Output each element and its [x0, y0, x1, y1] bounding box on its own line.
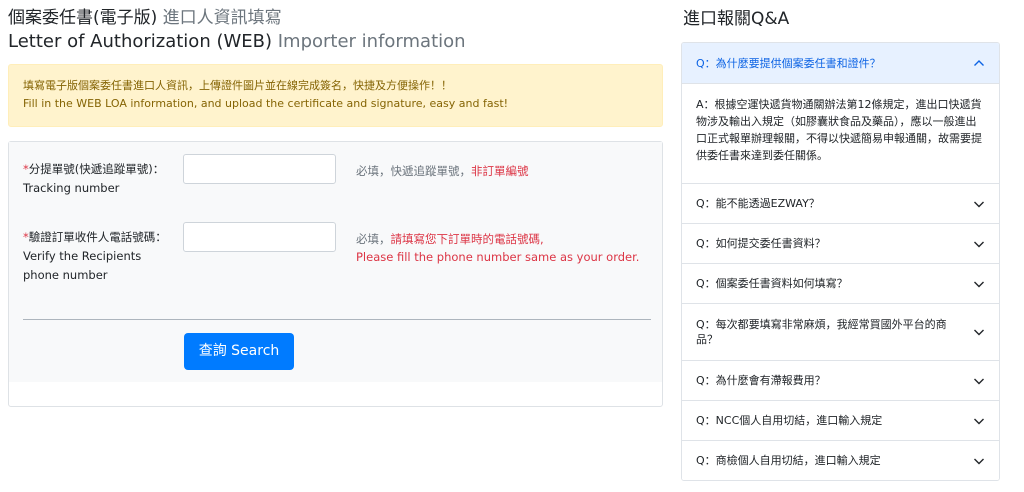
- phone-hint-red: 請填寫您下訂單時的電話號碼,: [390, 232, 544, 246]
- qa-item: Q：NCC個人自用切結，進口輸入規定: [682, 400, 999, 440]
- qa-item: Q：商檢個人自用切結，進口輸入規定: [682, 440, 999, 480]
- qa-item: Q：能不能透過EZWAY？: [682, 183, 999, 223]
- phone-number-hint: 必填，請填寫您下訂單時的電話號碼, Please fill the phone …: [356, 230, 639, 266]
- chevron-down-icon: [974, 329, 984, 336]
- qa-accordion: Q：為什麼要提供個案委任書和證件？ A：根據空運快遞貨物通關辦法第12條規定，進…: [681, 42, 1000, 481]
- chevron-down-icon: [974, 418, 984, 424]
- qa-question: Q：能不能透過EZWAY？: [696, 197, 820, 210]
- page-title-en-sub: Importer information: [272, 31, 466, 52]
- chevron-up-icon: [974, 60, 984, 66]
- qa-question: Q：每次都要填寫非常麻煩，我經常買國外平台的商品？: [696, 318, 947, 346]
- page-title-zh-main: 個案委任書(電子版): [8, 8, 158, 28]
- phone-number-label: *驗證訂單收件人電話號碼： Verify the Recipients phon…: [23, 228, 173, 285]
- tracking-hint-red: 非訂單編號: [471, 164, 529, 178]
- qa-question-toggle[interactable]: Q：商檢個人自用切結，進口輸入規定: [682, 441, 999, 480]
- chevron-down-icon: [974, 458, 984, 464]
- page-title-en: Letter of Authorization (WEB) Importer i…: [8, 30, 466, 54]
- phone-hint-red-en: Please fill the phone number same as you…: [356, 250, 640, 264]
- page-title-en-main: Letter of Authorization (WEB): [8, 31, 273, 52]
- phone-number-label-zh: 驗證訂單收件人電話號碼：: [28, 230, 167, 244]
- qa-title: 進口報關Q&A: [683, 9, 790, 29]
- chevron-down-icon: [974, 201, 984, 207]
- qa-item: Q：如何提交委任書資料？: [682, 223, 999, 263]
- qa-item: Q：為什麼要提供個案委任書和證件？ A：根據空運快遞貨物通關辦法第12條規定，進…: [682, 43, 999, 183]
- tracking-number-hint: 必填，快遞追蹤單號，非訂單編號: [356, 162, 529, 180]
- qa-question-toggle[interactable]: Q：能不能透過EZWAY？: [682, 184, 999, 223]
- qa-item: Q：為什麼會有滯報費用？: [682, 360, 999, 400]
- page-title-zh-sub: 進口人資訊填寫: [157, 8, 282, 28]
- phone-number-input[interactable]: [183, 222, 336, 252]
- tracking-number-input[interactable]: [183, 154, 336, 184]
- search-form-card: *分提單號(快遞追蹤單號)： Tracking number 必填，快遞追蹤單號…: [8, 141, 663, 407]
- qa-question-toggle[interactable]: Q：個案委任書資料如何填寫？: [682, 264, 999, 303]
- qa-answer: A：根據空運快遞貨物通關辦法第12條規定，進出口快遞貨物涉及輸出入規定（如膠囊狀…: [682, 83, 999, 183]
- qa-question: Q：個案委任書資料如何填寫？: [696, 277, 848, 290]
- qa-question: Q：為什麼要提供個案委任書和證件？: [696, 56, 881, 70]
- search-button[interactable]: 查詢 Search: [184, 333, 294, 370]
- phone-number-label-en: Verify the Recipients phone number: [23, 249, 142, 282]
- search-form-body: *分提單號(快遞追蹤單號)： Tracking number 必填，快遞追蹤單號…: [9, 142, 662, 382]
- chevron-down-icon: [974, 241, 984, 247]
- notice-text-en: Fill in the WEB LOA information, and upl…: [23, 97, 509, 110]
- tracking-number-label: *分提單號(快遞追蹤單號)： Tracking number: [23, 160, 173, 198]
- qa-question-toggle[interactable]: Q：為什麼會有滯報費用？: [682, 361, 999, 400]
- qa-question-toggle[interactable]: Q：如何提交委任書資料？: [682, 224, 999, 263]
- qa-item: Q：個案委任書資料如何填寫？: [682, 263, 999, 303]
- qa-question-toggle[interactable]: Q：每次都要填寫非常麻煩，我經常買國外平台的商品？: [682, 304, 999, 360]
- chevron-down-icon: [974, 281, 984, 287]
- page-title-zh: 個案委任書(電子版) 進口人資訊填寫: [8, 7, 282, 29]
- tracking-hint-gray: 必填，快遞追蹤單號，: [356, 164, 471, 178]
- phone-hint-gray: 必填，: [356, 232, 391, 246]
- form-divider: [23, 319, 651, 320]
- qa-question: Q：NCC個人自用切結，進口輸入規定: [696, 414, 883, 427]
- info-notice: 填寫電子版個案委任書進口人資訊，上傳證件圖片並在線完成簽名，快捷及方便操作！！ …: [8, 64, 663, 127]
- qa-question-toggle[interactable]: Q：為什麼要提供個案委任書和證件？: [682, 43, 999, 83]
- notice-text-zh: 填寫電子版個案委任書進口人資訊，上傳證件圖片並在線完成簽名，快捷及方便操作！！: [23, 79, 452, 92]
- qa-item: Q：每次都要填寫非常麻煩，我經常買國外平台的商品？: [682, 303, 999, 360]
- chevron-down-icon: [974, 378, 984, 384]
- qa-question: Q：為什麼會有滯報費用？: [696, 374, 826, 387]
- qa-question: Q：商檢個人自用切結，進口輸入規定: [696, 454, 881, 467]
- tracking-number-label-en: Tracking number: [23, 181, 120, 195]
- qa-question-toggle[interactable]: Q：NCC個人自用切結，進口輸入規定: [682, 401, 999, 440]
- qa-question: Q：如何提交委任書資料？: [696, 237, 826, 250]
- tracking-number-label-zh: 分提單號(快遞追蹤單號)：: [28, 162, 165, 176]
